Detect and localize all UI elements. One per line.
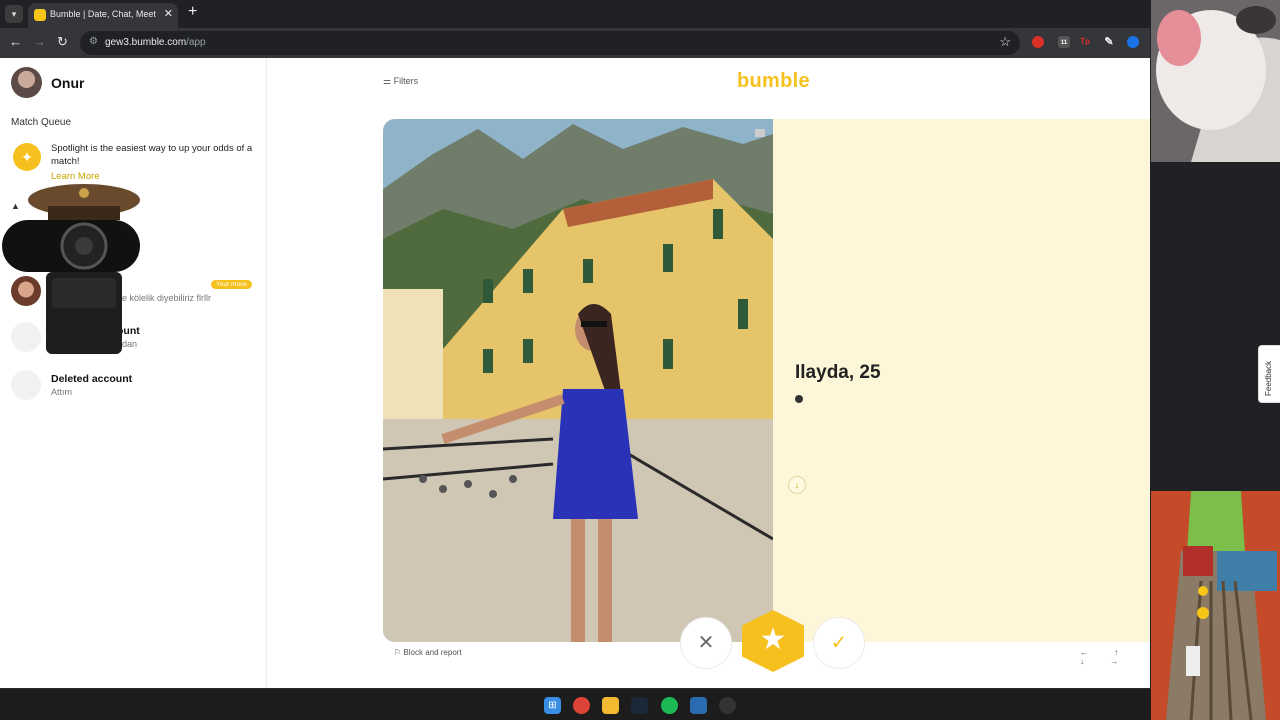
star-icon: ★ [759,623,787,656]
webcam-overlay-image [2,184,140,354]
extension-tp-icon[interactable]: Tp [1079,36,1091,48]
block-report-link[interactable]: ⚐ Block and report [394,648,462,657]
game-video-overlay [1151,491,1280,720]
feedback-tab[interactable]: Feedback [1258,345,1280,403]
user-name[interactable]: Onur [51,75,84,91]
taskbar: ⊞ [0,688,1151,720]
reload-icon[interactable]: ↻ [57,34,68,50]
like-button[interactable]: ✓ [813,617,865,669]
steam-icon[interactable] [631,697,648,714]
extension-pen-icon[interactable]: ✎ [1103,36,1115,48]
chat-list-item[interactable]: Deleted account Attım [11,370,261,404]
filters-icon: ⚌ [383,76,392,86]
browser-tab[interactable]: Bumble | Date, Chat, Meet New ✕ [28,3,178,28]
back-icon[interactable]: ← [9,34,22,49]
flag-icon: ⚐ [394,648,402,657]
profile-photo[interactable] [383,119,773,642]
chat-message: Attım [51,387,73,397]
spotlight-text: Spotlight is the easiest way to up your … [51,143,253,167]
spotlight-icon: ✦ [13,143,41,171]
extension-calendar-icon[interactable]: 11 [1058,36,1070,48]
tab-title: Bumble | Date, Chat, Meet New [50,9,158,19]
match-queue-title: Match Queue [11,117,72,128]
url-host: gew3.bumble.com [105,37,187,48]
feedback-label: Feedback [1264,360,1273,396]
emoji-icon [795,395,803,403]
extension-badge: 11 [1060,40,1068,46]
address-bar[interactable]: ⚙ gew3.bumble.com/app ☆ [80,31,1020,55]
screen: ▾ Bumble | Date, Chat, Meet New ✕ + ← → … [0,0,1280,720]
keyboard-shortcuts-hint: ← ↑ ↓ → [1080,648,1131,666]
chat-name: Deleted account [51,373,133,385]
profile-name-age: Ilayda, 25 [795,362,881,383]
filters-button[interactable]: ⚌ Filters [383,76,418,87]
bumble-favicon-icon [34,9,46,21]
block-report-label: Block and report [403,648,462,657]
site-info-icon[interactable]: ⚙ [89,36,98,47]
chat-avatar [11,370,41,400]
file-explorer-icon[interactable] [602,697,619,714]
pass-button[interactable]: ✕ [680,617,732,669]
avatar[interactable] [11,67,42,98]
sidebar: Onur Match Queue ✦ Spotlight is the easi… [0,58,267,688]
spotify-icon[interactable] [661,697,678,714]
bookmark-star-icon[interactable]: ☆ [999,34,1011,50]
windows-start-icon[interactable]: ⊞ [544,697,561,714]
new-tab-button[interactable]: + [188,3,197,21]
close-icon: ✕ [697,632,715,654]
app-icon[interactable] [719,697,736,714]
bumble-page: Onur Match Queue ✦ Spotlight is the easi… [0,58,1150,688]
your-move-badge: Your move [211,280,252,289]
tab-close-icon[interactable]: ✕ [164,7,173,20]
chrome-icon[interactable] [573,697,590,714]
tab-strip: ▾ Bumble | Date, Chat, Meet New ✕ + [0,0,1280,28]
scroll-down-icon[interactable]: ↓ [788,476,806,494]
extension-red-icon[interactable] [1032,36,1044,48]
browser-toolbar: ← → ↻ ⚙ gew3.bumble.com/app ☆ 11 Tp ✎ [0,28,1150,58]
tab-search-button[interactable]: ▾ [5,5,23,23]
filters-label: Filters [393,76,419,86]
profile-icon[interactable] [1127,36,1139,48]
bumble-logo[interactable]: bumble [737,70,810,93]
url-text: gew3.bumble.com/app [105,37,206,48]
cat-video-overlay [1151,0,1280,162]
check-icon: ✓ [830,632,848,654]
photos-icon[interactable] [690,697,707,714]
url-path: /app [186,37,206,48]
profile-card: Ilayda, 25 ↓ [383,119,1150,642]
forward-icon[interactable]: → [33,34,46,49]
